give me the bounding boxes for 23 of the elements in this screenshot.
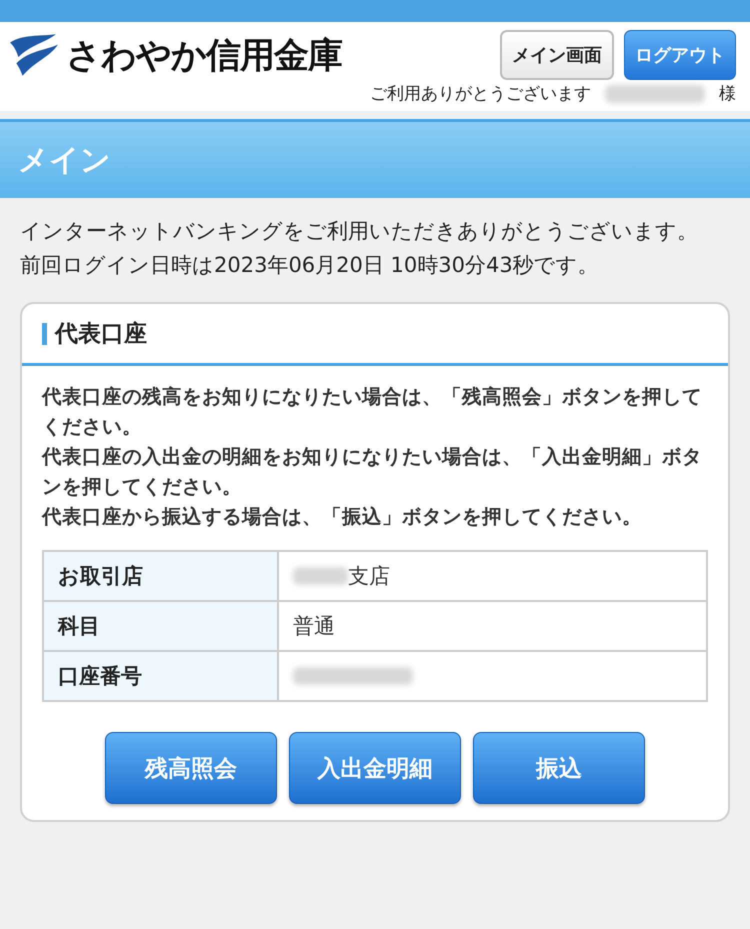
page-title: メイン (18, 142, 111, 180)
row-label: 口座番号 (43, 651, 278, 701)
welcome-text: インターネットバンキングをご利用いただきありがとうございます。 (20, 218, 699, 245)
card-title: 代表口座 (55, 320, 147, 349)
redacted-value (293, 567, 348, 585)
row-value: 普通 (293, 613, 335, 640)
action-button[interactable]: 入出金明細 (289, 732, 461, 804)
action-button[interactable]: 残高照会 (105, 732, 277, 804)
honorific-text: 様 (719, 83, 736, 105)
main-screen-button[interactable]: メイン画面 (500, 30, 614, 80)
last-login-text: 前回ログイン日時は2023年06月20日 10時30分43秒です。 (20, 252, 600, 279)
heading-marker (42, 322, 47, 344)
row-label: 科目 (43, 601, 278, 651)
logo-icon (8, 32, 60, 78)
instruction-text: 代表口座の入出金の明細をお知りになりたい場合は、「入出金明細」ボタンを押してください。 (42, 444, 703, 500)
logout-button[interactable]: ログアウト (624, 30, 736, 80)
action-button[interactable]: 振込 (473, 732, 645, 804)
bank-name: さわやか信用金庫 (66, 34, 342, 78)
instruction-text: 代表口座の残高をお知りになりたい場合は、「残高照会」ボタンを押してください。 (42, 384, 703, 440)
instruction-text: 代表口座から振込する場合は、「振込」ボタンを押してください。 (42, 504, 643, 530)
row-value: 支店 (348, 563, 390, 590)
row-label: お取引店 (43, 551, 278, 601)
greeting-text: ご利用ありがとうございます (370, 83, 591, 105)
